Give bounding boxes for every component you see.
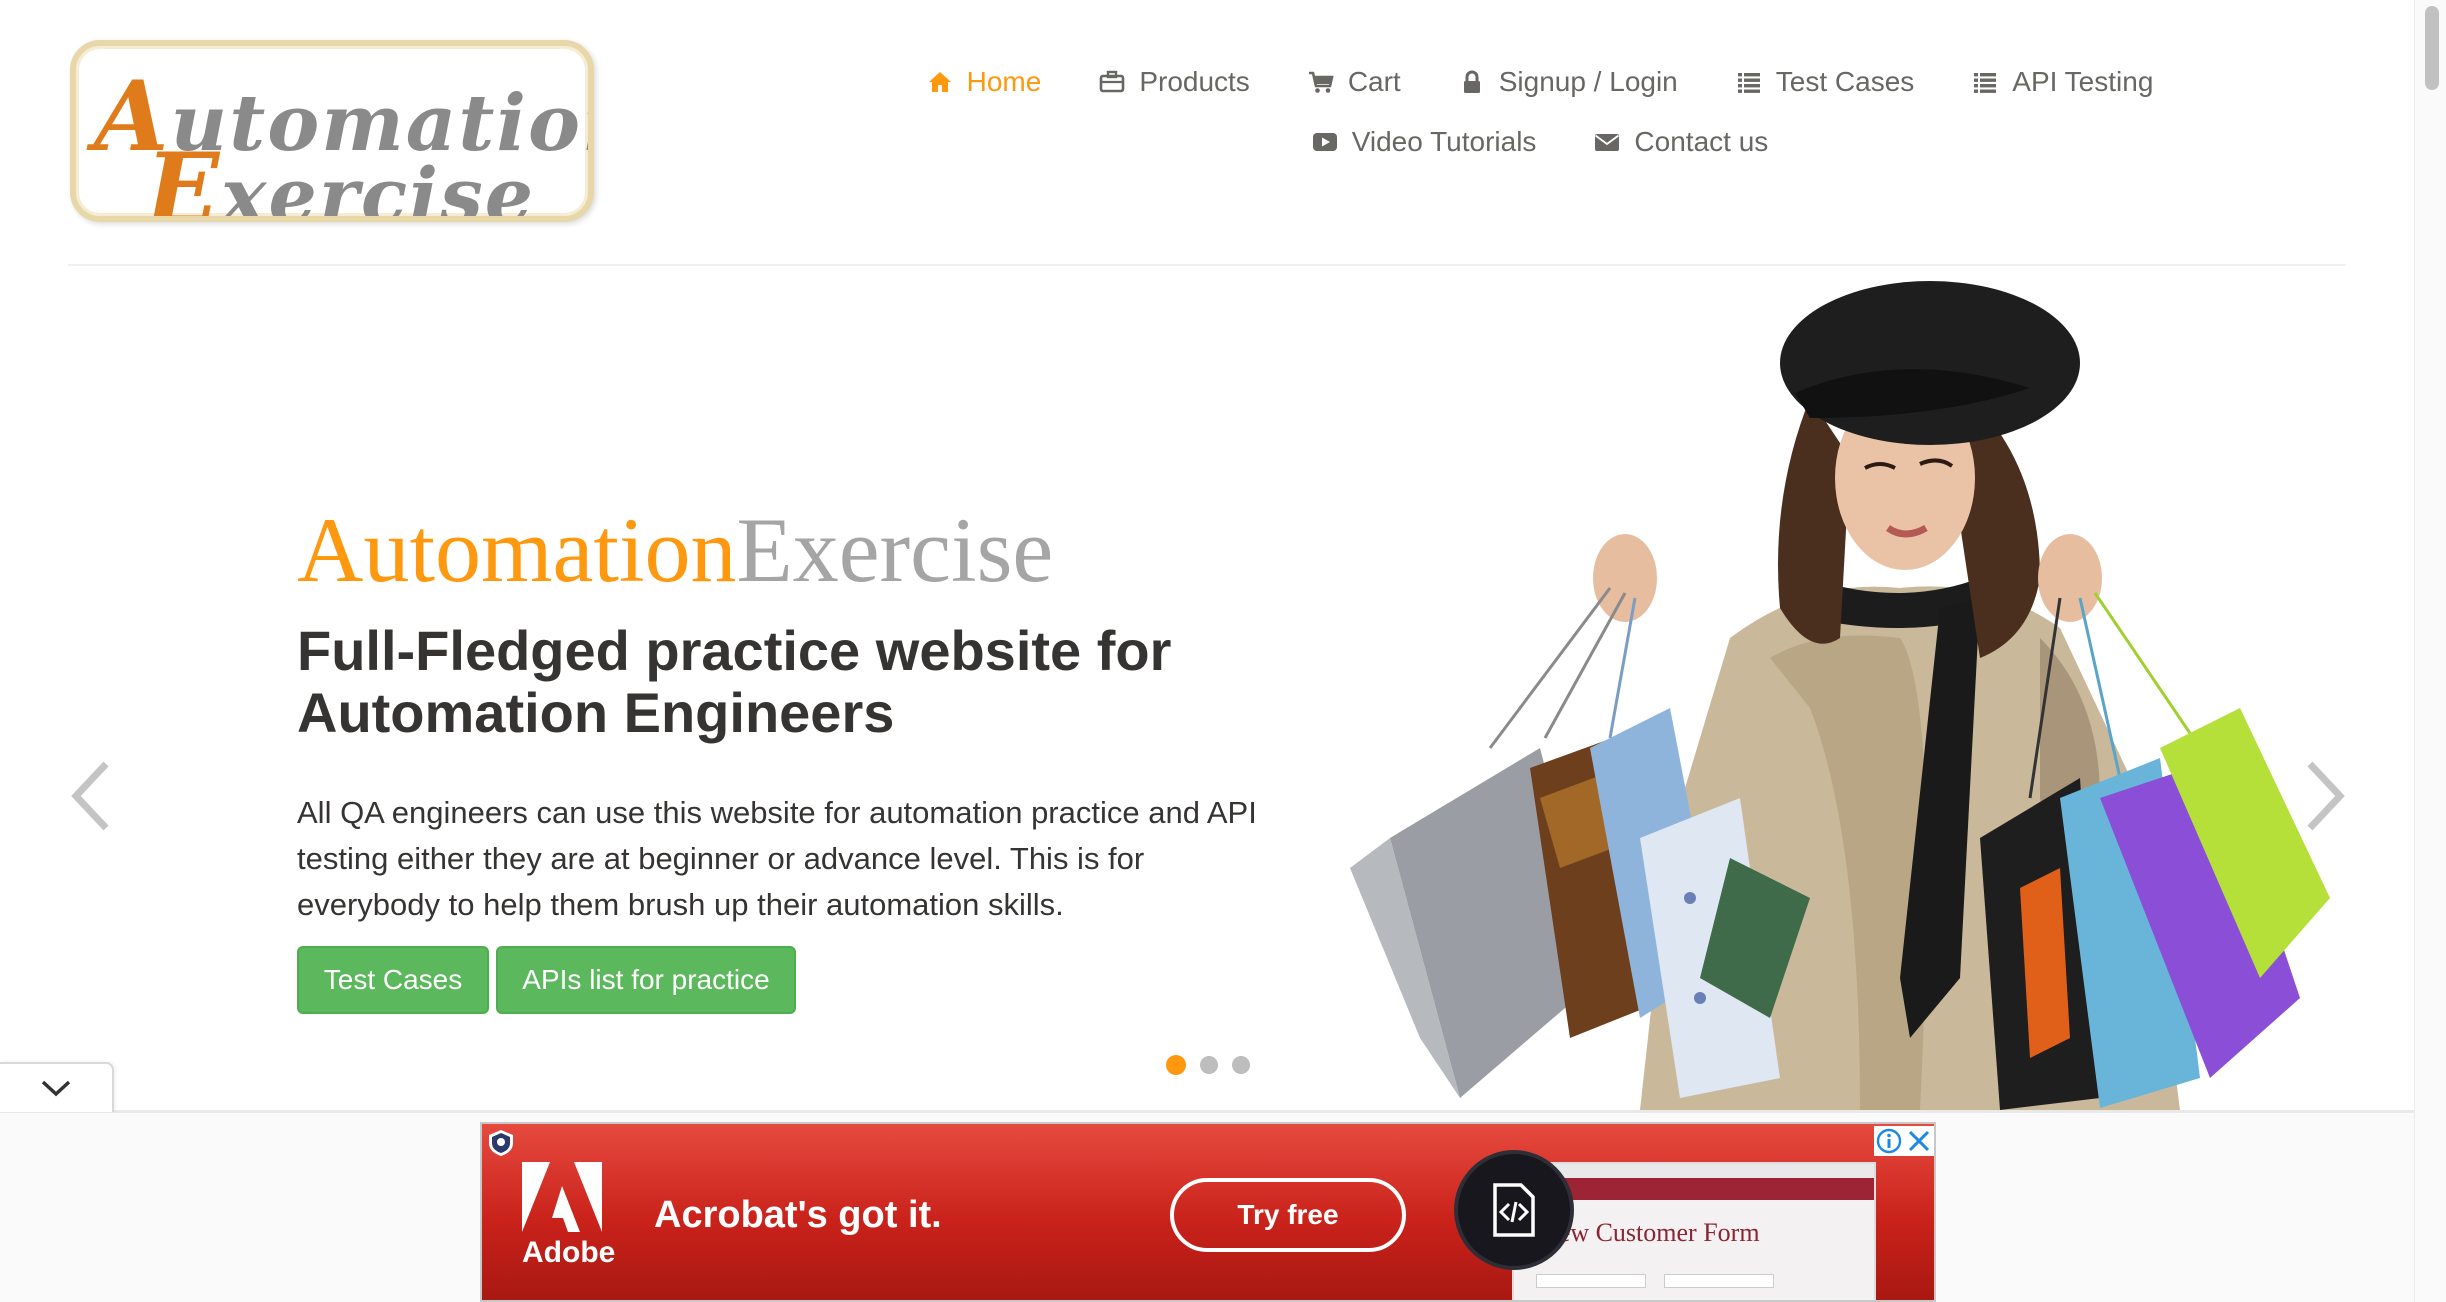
ad-close-button[interactable] [1904, 1126, 1934, 1156]
list-icon [1737, 73, 1760, 93]
adobe-logo-icon [522, 1162, 602, 1232]
nav-label-cart: Cart [1347, 66, 1401, 97]
info-icon [1876, 1128, 1902, 1154]
home-icon [928, 72, 951, 92]
logo-line-2-cap: E [146, 132, 222, 222]
slider-dot-3[interactable] [1232, 1056, 1250, 1074]
nav-label-home: Home [966, 66, 1042, 97]
ad-brand: Adobe [522, 1236, 616, 1269]
close-icon [1908, 1130, 1930, 1152]
hero-image-shopping-girl [1350, 281, 2330, 1110]
ad-code-badge [1454, 1150, 1574, 1270]
nav-item-contact-us[interactable]: Contact us [1594, 126, 1768, 158]
nav-row-2: Video Tutorials Contact us [870, 118, 2210, 166]
ad-form-field [1664, 1274, 1774, 1288]
cart-icon [1308, 71, 1334, 93]
nav-item-signup-login[interactable]: Signup / Login [1459, 66, 1678, 98]
nav-label-api-testing: API Testing [2012, 66, 2154, 97]
nav-item-products[interactable]: Products [1099, 66, 1250, 98]
chevron-left-icon [71, 761, 109, 831]
youtube-play-icon [1312, 133, 1337, 151]
collapse-tab[interactable] [0, 1062, 114, 1112]
hero-title-part2: Exercise [736, 499, 1054, 601]
nav-row-1: Home Products Cart Signup / Login Test C… [870, 58, 2210, 106]
ad-form-field [1536, 1274, 1646, 1288]
slider-prev-arrow[interactable] [66, 758, 116, 834]
nav-item-test-cases[interactable]: Test Cases [1736, 66, 1915, 98]
hero-subtitle: Full-Fledged practice website for Automa… [297, 619, 1172, 744]
hero-title: AutomationExercise [297, 500, 1053, 600]
test-cases-button[interactable]: Test Cases [297, 946, 489, 1014]
apis-list-button[interactable]: APIs list for practice [496, 946, 796, 1014]
nav-item-video-tutorials[interactable]: Video Tutorials [1312, 126, 1537, 158]
nav-item-cart[interactable]: Cart [1308, 66, 1401, 98]
lock-icon [1463, 70, 1480, 93]
logo-line-2: Exercise [146, 132, 536, 222]
site-logo[interactable]: Automation Exercise [70, 40, 594, 222]
briefcase-icon [1100, 70, 1125, 93]
adobe-ad-banner[interactable]: Adobe Acrobat's got it. Try free New Cus… [480, 1122, 1936, 1302]
ad-form-topbar [1514, 1164, 1874, 1178]
header-divider [68, 264, 2346, 266]
nav-label-products: Products [1139, 66, 1250, 97]
main-navigation: Home Products Cart Signup / Login Test C… [870, 58, 2210, 166]
nav-item-home[interactable]: Home [927, 66, 1042, 98]
nav-label-contact-us: Contact us [1634, 126, 1769, 157]
hero-description: All QA engineers can use this website fo… [297, 795, 1257, 922]
hero-title-part1: Automation [297, 499, 737, 601]
ad-info-button[interactable] [1874, 1126, 1904, 1156]
slider-dot-2[interactable] [1200, 1056, 1218, 1074]
page-scrollbar[interactable] [2414, 0, 2446, 1302]
ad-shield-icon [489, 1130, 513, 1156]
ad-try-free-button[interactable]: Try free [1170, 1178, 1406, 1252]
chevron-down-icon [41, 1080, 71, 1097]
scrollbar-thumb[interactable] [2425, 6, 2439, 90]
slider-indicators [1166, 1055, 1250, 1075]
ad-headline: Acrobat's got it. [654, 1194, 942, 1236]
slider-dot-1[interactable] [1166, 1055, 1186, 1075]
nav-label-video-tutorials: Video Tutorials [1351, 126, 1537, 157]
nav-label-signup-login: Signup / Login [1498, 66, 1678, 97]
envelope-icon [1595, 134, 1620, 151]
list-icon [1974, 73, 1997, 93]
logo-line-2-rest: xercise [221, 151, 536, 222]
nav-label-test-cases: Test Cases [1775, 66, 1915, 97]
nav-item-api-testing[interactable]: API Testing [1972, 66, 2153, 98]
ad-form-title: New Customer Form [1540, 1218, 1760, 1247]
code-file-icon [1493, 1183, 1535, 1237]
